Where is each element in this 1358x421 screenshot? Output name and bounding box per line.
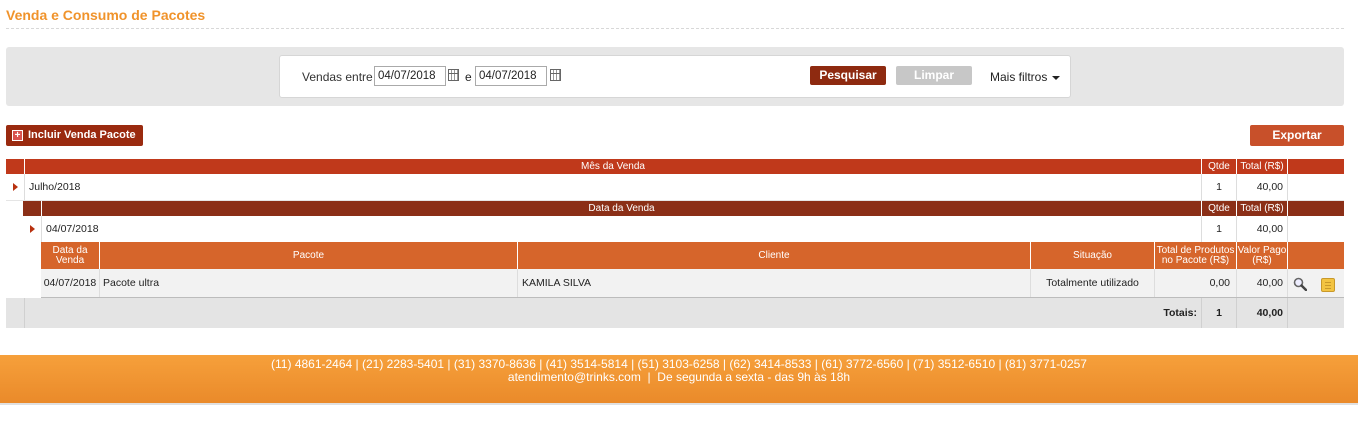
expand-arrow-icon[interactable]	[29, 225, 35, 233]
export-button[interactable]: Exportar	[1250, 125, 1344, 146]
sales-table: Mês da Venda Qtde Total (R$) Julho/2018 …	[6, 159, 1344, 329]
paid-header: Valor Pago (R$)	[1237, 242, 1288, 269]
month-header-row: Mês da Venda Qtde Total (R$)	[6, 159, 1344, 174]
filter-box: Vendas entre e Pesquisar Limpar Mais fil…	[279, 55, 1071, 98]
date-qty: 1	[1202, 216, 1237, 242]
client-header: Cliente	[518, 242, 1031, 269]
products-total-header: Total de Produtos no Pacote (R$)	[1155, 242, 1237, 269]
date-label: 04/07/2018	[42, 216, 1202, 242]
more-filters-label: Mais filtros	[990, 70, 1048, 84]
clear-button[interactable]: Limpar	[896, 66, 972, 85]
footer-contact: atendimento@trinks.com | De segunda a se…	[507, 370, 851, 384]
caret-down-icon	[1052, 75, 1061, 80]
date-to-input[interactable]	[475, 66, 547, 86]
add-package-sale-button[interactable]: + Incluir Venda Pacote	[6, 125, 143, 146]
footer-strip	[0, 403, 1358, 405]
detail-header-row: Data da Venda Pacote Cliente Situação To…	[41, 242, 1344, 269]
notes-icon[interactable]	[1321, 278, 1335, 292]
totals-label: Totais:	[25, 298, 1202, 328]
more-filters-dropdown[interactable]: Mais filtros	[990, 70, 1061, 84]
month-row[interactable]: Julho/2018 1 40,00	[6, 174, 1344, 201]
detail-package: Pacote ultra	[100, 269, 518, 297]
table-row[interactable]: 04/07/2018 Pacote ultra KAMILA SILVA Tot…	[41, 269, 1344, 298]
totals-amount: 40,00	[1237, 298, 1288, 328]
total-header: Total (R$)	[1237, 159, 1288, 174]
sale-date-header: Data da Venda	[42, 201, 1202, 216]
month-label: Julho/2018	[25, 174, 1202, 200]
status-header: Situação	[1031, 242, 1155, 269]
calendar-icon[interactable]	[550, 69, 561, 81]
expand-arrow-icon[interactable]	[12, 183, 18, 191]
search-button[interactable]: Pesquisar	[810, 66, 886, 85]
month-header: Mês da Venda	[25, 159, 1202, 174]
search-icon[interactable]	[1293, 277, 1307, 291]
month-qty: 1	[1202, 174, 1237, 200]
detail-date: 04/07/2018	[41, 269, 100, 297]
title-divider	[6, 28, 1344, 29]
total-header: Total (R$)	[1237, 201, 1288, 216]
month-total: 40,00	[1237, 174, 1288, 200]
package-header: Pacote	[100, 242, 518, 269]
date-range-label: Vendas entre	[302, 70, 373, 84]
filter-area: Vendas entre e Pesquisar Limpar Mais fil…	[6, 47, 1344, 106]
detail-client: KAMILA SILVA	[518, 269, 1031, 297]
date-header-row: Data da Venda Qtde Total (R$)	[23, 201, 1344, 216]
detail-date-header: Data da Venda	[41, 242, 100, 269]
date-and-label: e	[465, 70, 472, 84]
footer: (11) 4861-2464 | (21) 2283-5401 | (31) 3…	[0, 355, 1358, 403]
totals-row: Totais: 1 40,00	[6, 298, 1344, 328]
qty-header: Qtde	[1202, 159, 1237, 174]
date-total: 40,00	[1237, 216, 1288, 242]
totals-qty: 1	[1202, 298, 1237, 328]
detail-paid: 40,00	[1237, 269, 1288, 297]
calendar-icon[interactable]	[448, 69, 459, 81]
detail-products-total: 0,00	[1155, 269, 1237, 297]
plus-icon: +	[12, 130, 23, 141]
page-title: Venda e Consumo de Pacotes	[6, 7, 206, 23]
detail-status: Totalmente utilizado	[1031, 269, 1155, 297]
qty-header: Qtde	[1202, 201, 1237, 216]
add-package-sale-label: Incluir Venda Pacote	[28, 129, 136, 141]
date-from-input[interactable]	[374, 66, 446, 86]
date-row[interactable]: 04/07/2018 1 40,00	[23, 216, 1344, 242]
